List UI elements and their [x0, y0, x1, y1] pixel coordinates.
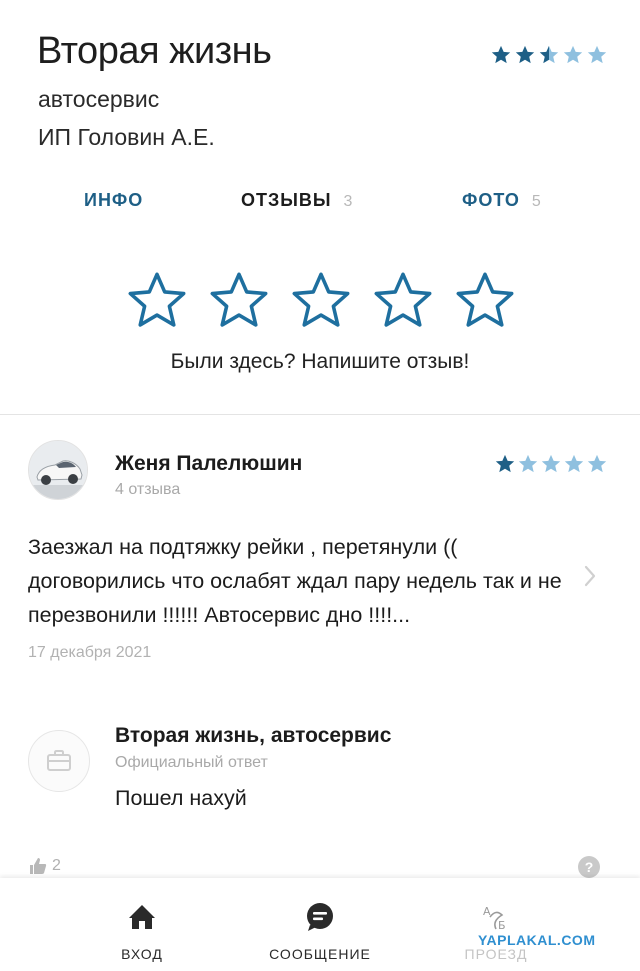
- briefcase-icon: [47, 750, 71, 771]
- rate-star-4-icon[interactable]: [370, 268, 436, 334]
- reply-business-name: Вторая жизнь, автосервис: [115, 724, 392, 747]
- rate-stars: [124, 268, 518, 334]
- watermark: YAPLAKAL.COM: [478, 932, 596, 948]
- like-count: 2: [52, 857, 61, 874]
- chat-bubble-icon: [303, 900, 337, 934]
- star-empty-icon: [541, 454, 561, 473]
- tab-info-label: ИНФО: [84, 190, 144, 210]
- tab-reviews-count: 3: [343, 193, 354, 210]
- reply-text: Пошел нахуй: [115, 786, 247, 810]
- rate-star-2-icon[interactable]: [206, 268, 272, 334]
- star-empty-icon: [564, 454, 584, 473]
- nav-enter-button[interactable]: ВХОД: [52, 878, 232, 971]
- nav-enter-label: ВХОД: [121, 946, 163, 962]
- nav-route-label: ПРОЕЗД: [464, 946, 528, 962]
- star-filled-icon: [515, 45, 535, 64]
- home-icon: [125, 900, 159, 934]
- star-empty-icon: [518, 454, 538, 473]
- review-date: 17 декабря 2021: [28, 644, 152, 661]
- write-review-prompt[interactable]: Были здесь? Напишите отзыв!: [0, 350, 640, 374]
- divider: [0, 414, 640, 415]
- review-author[interactable]: Женя Палелюшин: [115, 452, 302, 476]
- help-icon[interactable]: ?: [578, 856, 600, 878]
- like-button[interactable]: 2: [28, 856, 61, 876]
- review-text[interactable]: Заезжал на подтяжку рейки , перетянули (…: [28, 530, 580, 632]
- reply-label: Официальный ответ: [115, 754, 268, 771]
- tab-photo[interactable]: ФОТО 5: [462, 190, 542, 211]
- rate-star-5-icon[interactable]: [452, 268, 518, 334]
- chevron-right-icon[interactable]: [580, 562, 600, 590]
- tab-photo-label: ФОТО: [462, 190, 520, 210]
- tab-info[interactable]: ИНФО: [84, 190, 143, 211]
- star-empty-icon: [563, 45, 583, 64]
- review-rating-stars: [494, 453, 608, 475]
- thumbs-up-icon: [30, 858, 47, 874]
- nav-message-label: СООБЩЕНИЕ: [269, 946, 371, 962]
- route-icon: AБ: [479, 900, 513, 934]
- tab-reviews-label: ОТЗЫВЫ: [241, 190, 332, 210]
- business-avatar: [28, 730, 90, 792]
- bottom-nav: ВХОД СООБЩЕНИЕ AБ ПРОЕЗД YAPLAKAL.COM: [0, 878, 640, 971]
- svg-text:Б: Б: [498, 919, 506, 932]
- review-author-count: 4 отзыва: [115, 481, 181, 498]
- company-category: автосервис: [38, 86, 160, 112]
- company-rating-stars: [490, 44, 608, 66]
- star-half-icon: [539, 45, 559, 64]
- star-empty-icon: [587, 454, 607, 473]
- nav-message-button[interactable]: СООБЩЕНИЕ: [230, 878, 410, 971]
- star-empty-icon: [587, 45, 607, 64]
- rate-star-1-icon[interactable]: [124, 268, 190, 334]
- company-owner: ИП Головин А.Е.: [38, 124, 215, 150]
- star-filled-icon: [491, 45, 511, 64]
- car-avatar-icon: [29, 441, 87, 499]
- avatar[interactable]: [28, 440, 88, 500]
- nav-route-button[interactable]: AБ ПРОЕЗД: [406, 878, 586, 971]
- company-title: Вторая жизнь: [37, 30, 272, 72]
- tab-reviews[interactable]: ОТЗЫВЫ 3: [241, 190, 353, 211]
- rate-star-3-icon[interactable]: [288, 268, 354, 334]
- star-filled-icon: [495, 454, 515, 473]
- tab-photo-count: 5: [531, 193, 542, 210]
